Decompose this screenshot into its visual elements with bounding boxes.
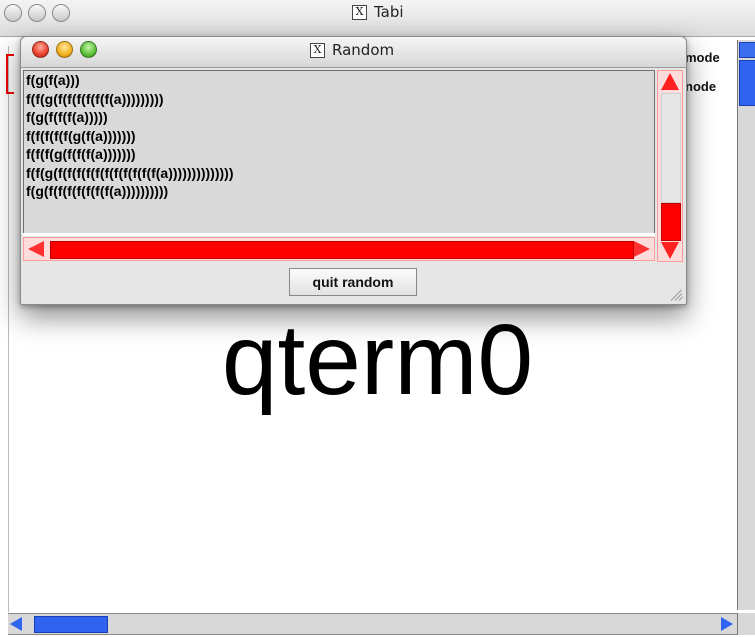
scroll-right-arrow-icon[interactable] bbox=[634, 241, 650, 257]
random-titlebar[interactable]: X Random bbox=[21, 37, 686, 68]
list-item[interactable]: f(f(f(f(f(g(f(a))))))) bbox=[24, 127, 654, 146]
zoom-button[interactable] bbox=[80, 41, 97, 58]
scroll-up-arrow-icon[interactable] bbox=[661, 73, 679, 90]
close-button[interactable] bbox=[32, 41, 49, 58]
quit-random-button[interactable]: quit random bbox=[289, 268, 417, 296]
mode-label: mode bbox=[685, 50, 720, 65]
scroll-down-arrow-icon[interactable] bbox=[661, 242, 679, 259]
minimize-button[interactable] bbox=[56, 41, 73, 58]
tabi-titlebar[interactable]: X Tabi bbox=[0, 0, 755, 37]
vertical-scroll-thumb[interactable] bbox=[661, 203, 681, 241]
resize-grip-icon[interactable] bbox=[669, 287, 683, 301]
scroll-corner bbox=[737, 613, 755, 635]
list-item[interactable]: f(g(f(a))) bbox=[24, 71, 654, 90]
x11-icon: X bbox=[310, 43, 325, 58]
close-icon[interactable] bbox=[4, 4, 22, 22]
list-item[interactable]: f(g(f(f(f(a))))) bbox=[24, 108, 654, 127]
zoom-icon[interactable] bbox=[52, 4, 70, 22]
red-selection-marker bbox=[6, 54, 14, 94]
tabi-window-title: X Tabi bbox=[352, 3, 404, 21]
random-window: X Random f(g(f(a))) f(f(g(f(f(f(f(f(f(a))… bbox=[20, 36, 687, 305]
list-vertical-scrollbar[interactable] bbox=[657, 70, 683, 262]
scroll-left-arrow-icon[interactable] bbox=[10, 617, 22, 631]
x11-icon: X bbox=[352, 5, 367, 20]
list-divider bbox=[23, 233, 655, 236]
tabi-vertical-scrollbar[interactable] bbox=[737, 40, 755, 610]
list-item[interactable]: f(f(g(f(f(f(f(f(f(a))))))))) bbox=[24, 90, 654, 109]
list-item[interactable]: f(f(f(g(f(f(f(a))))))) bbox=[24, 145, 654, 164]
vertical-scroll-trough[interactable] bbox=[661, 93, 681, 203]
scroll-up-arrow-icon[interactable] bbox=[739, 42, 755, 58]
tabi-title-text: Tabi bbox=[374, 3, 404, 21]
tabi-horizontal-scrollbar[interactable] bbox=[8, 613, 737, 635]
list-item[interactable]: f(g(f(f(f(f(f(f(f(a)))))))))) bbox=[24, 182, 654, 201]
qterm-label: qterm0 bbox=[221, 304, 534, 416]
node-label: node bbox=[685, 79, 717, 94]
minimize-icon[interactable] bbox=[28, 4, 46, 22]
random-window-title: X Random bbox=[310, 41, 394, 59]
list-item[interactable]: f(f(g(f(f(f(f(f(f(f(f(f(f(f(a)))))))))))… bbox=[24, 164, 654, 183]
random-title-text: Random bbox=[332, 41, 395, 59]
vertical-scroll-thumb[interactable] bbox=[739, 60, 755, 106]
list-horizontal-scrollbar[interactable] bbox=[23, 237, 655, 261]
scroll-left-arrow-icon[interactable] bbox=[28, 241, 44, 257]
horizontal-scroll-thumb[interactable] bbox=[34, 616, 108, 633]
scroll-right-arrow-icon[interactable] bbox=[721, 617, 733, 631]
horizontal-scroll-thumb[interactable] bbox=[50, 241, 634, 259]
random-term-list[interactable]: f(g(f(a))) f(f(g(f(f(f(f(f(f(a))))))))) … bbox=[23, 70, 655, 236]
